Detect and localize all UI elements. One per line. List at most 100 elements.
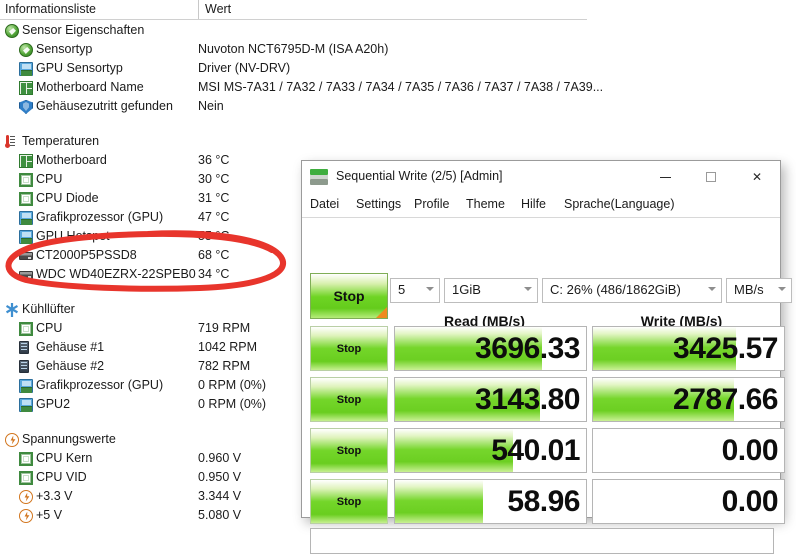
- write-result-value: 0.00: [721, 485, 779, 518]
- busy-corner-indicator: [376, 307, 387, 318]
- read-result-cell: 58.96: [394, 479, 587, 524]
- sensor-row[interactable]: GPU Sensortyp Driver (NV-DRV): [0, 59, 300, 78]
- column-header-value: Wert: [205, 2, 232, 16]
- chevron-down-icon: [708, 287, 716, 291]
- sensor-row[interactable]: Motherboard 36 °C: [0, 151, 300, 170]
- result-row: Stop 58.96 0.00: [310, 479, 785, 524]
- sensor-row-label: CPU VID: [36, 470, 87, 484]
- sensor-row[interactable]: GPU2 0 RPM (0%): [0, 395, 300, 414]
- sensor-row[interactable]: +5 V 5.080 V: [0, 506, 300, 525]
- menu-item-datei[interactable]: Datei: [310, 197, 339, 211]
- header-underline: [0, 19, 587, 20]
- sensor-row[interactable]: CPU Diode 31 °C: [0, 189, 300, 208]
- test-size-dropdown[interactable]: 1GiB: [444, 278, 538, 303]
- sensor-row-label: GPU Hotspot: [36, 229, 110, 243]
- sensor-row[interactable]: Motherboard Name MSI MS-7A31 / 7A32 / 7A3…: [0, 78, 603, 97]
- row-start-stop-button[interactable]: Stop: [310, 326, 388, 371]
- write-result-cell: 3425.57: [592, 326, 785, 371]
- read-result-value: 540.01: [491, 434, 580, 467]
- sensor-row-label: Gehäusezutritt gefunden: [36, 99, 173, 113]
- sensor-row-value: 0 RPM (0%): [198, 397, 267, 411]
- row-start-stop-button[interactable]: Stop: [310, 377, 388, 422]
- cpu-icon: [19, 192, 33, 206]
- unit-dropdown[interactable]: MB/s: [726, 278, 792, 303]
- sensor-row-value: 34 °C: [198, 267, 230, 281]
- sensor-row[interactable]: CPU 719 RPM: [0, 319, 300, 338]
- write-result-value: 2787.66: [673, 383, 778, 416]
- sensor-row[interactable]: Sensortyp Nuvoton NCT6795D-M (ISA A20h): [0, 40, 388, 59]
- target-drive-dropdown[interactable]: C: 26% (486/1862GiB): [542, 278, 722, 303]
- sensor-row[interactable]: Grafikprozessor (GPU) 0 RPM (0%): [0, 376, 300, 395]
- sensor-row-label: Gehäuse #2: [36, 359, 105, 373]
- fan-icon: [5, 303, 19, 317]
- sensor-row[interactable]: CPU Kern 0.960 V: [0, 449, 300, 468]
- sensor-row-label: Grafikprozessor (GPU): [36, 210, 164, 224]
- sensor-row-value: 31 °C: [198, 191, 230, 205]
- sensor-row-value: 3.344 V: [198, 489, 242, 503]
- menu-bar[interactable]: Datei Settings Profile Theme Hilfe Sprache(La…: [302, 194, 780, 218]
- sensor-row-label: CPU Kern: [36, 451, 93, 465]
- sensor-row-value: 719 RPM: [198, 321, 251, 335]
- case-icon: [19, 360, 29, 373]
- sensor-row[interactable]: Gehäuse #2 782 RPM: [0, 357, 300, 376]
- sensor-row-label: GPU2: [36, 397, 71, 411]
- sensor-group-1[interactable]: Sensor Eigenschaften: [0, 21, 300, 40]
- read-result-value: 58.96: [507, 485, 580, 518]
- sensor-row[interactable]: Grafikprozessor (GPU) 47 °C: [0, 208, 300, 227]
- globe-icon: [5, 24, 19, 38]
- menu-item-hilfe[interactable]: Hilfe: [521, 197, 546, 211]
- test-count-dropdown[interactable]: 5: [390, 278, 440, 303]
- sensor-row-label: Motherboard Name: [36, 80, 144, 94]
- menu-item-sprache-language[interactable]: Sprache(Language): [564, 197, 675, 211]
- shield-icon: [19, 100, 33, 114]
- write-result-cell: 2787.66: [592, 377, 785, 422]
- status-bar: [310, 528, 774, 554]
- menu-item-settings[interactable]: Settings: [356, 197, 401, 211]
- sensor-row-label: +3.3 V: [36, 489, 73, 503]
- read-progress-bar: [395, 480, 483, 523]
- sensor-row-label: Sensortyp: [36, 42, 93, 56]
- sensor-row-value: 36 °C: [198, 153, 230, 167]
- sensor-row[interactable]: Gehäuse #1 1042 RPM: [0, 338, 300, 357]
- menu-item-profile[interactable]: Profile: [414, 197, 449, 211]
- sensor-row-label: Gehäuse #1: [36, 340, 105, 354]
- minimize-button[interactable]: [642, 161, 688, 193]
- close-button[interactable]: ✕: [734, 161, 780, 193]
- row-start-stop-label: Stop: [336, 393, 362, 406]
- result-row: Stop 3143.80 2787.66: [310, 377, 785, 422]
- sensor-row[interactable]: Gehäusezutritt gefunden Nein: [0, 97, 300, 116]
- sensor-row-value: 5.080 V: [198, 508, 242, 522]
- row-start-stop-button[interactable]: Stop: [310, 428, 388, 473]
- maximize-button[interactable]: [688, 161, 734, 193]
- sensor-row-value: Driver (NV-DRV): [198, 61, 291, 75]
- chevron-down-icon: [426, 287, 434, 291]
- sensor-row-value: 1042 RPM: [198, 340, 258, 354]
- sensor-row-value: 0.950 V: [198, 470, 242, 484]
- sensor-row[interactable]: CT2000P5PSSD8 68 °C: [0, 246, 300, 265]
- sensor-group-label: Sensor Eigenschaften: [22, 23, 145, 37]
- sensor-row[interactable]: +3.3 V 3.344 V: [0, 487, 300, 506]
- write-result-cell: 0.00: [592, 479, 785, 524]
- sensor-row[interactable]: CPU 30 °C: [0, 170, 300, 189]
- sensor-group-4[interactable]: Spannungswerte: [0, 430, 300, 449]
- row-start-stop-button[interactable]: Stop: [310, 479, 388, 524]
- sensor-group-2[interactable]: Temperaturen: [0, 132, 300, 151]
- read-result-cell: 3143.80: [394, 377, 587, 422]
- sensor-row-value: 47 °C: [198, 210, 230, 224]
- sensor-row-value: 55 °C: [198, 229, 230, 243]
- row-start-stop-label: Stop: [336, 342, 362, 355]
- benchmark-toolbar: 5 1GiB C: 26% (486/1862GiB) MB/s: [310, 278, 792, 304]
- result-row: Stop 3696.33 3425.57: [310, 326, 785, 371]
- sensor-group-3[interactable]: Kühllüfter: [0, 300, 300, 319]
- sensor-row-value: 0.960 V: [198, 451, 242, 465]
- motherboard-icon: [19, 81, 33, 95]
- bolt-icon: [19, 490, 33, 504]
- crystaldiskmark-window[interactable]: Sequential Write (2/5) [Admin] ✕ Datei Se…: [301, 160, 792, 554]
- drive-icon: [19, 271, 33, 279]
- sensor-row[interactable]: CPU VID 0.950 V: [0, 468, 300, 487]
- sensor-row[interactable]: GPU Hotspot 55 °C: [0, 227, 300, 246]
- bolt-icon: [5, 433, 19, 447]
- menu-item-theme[interactable]: Theme: [466, 197, 505, 211]
- window-titlebar[interactable]: Sequential Write (2/5) [Admin] ✕: [302, 161, 780, 194]
- sensor-row[interactable]: WDC WD40EZRX-22SPEB0 34 °C: [0, 265, 300, 284]
